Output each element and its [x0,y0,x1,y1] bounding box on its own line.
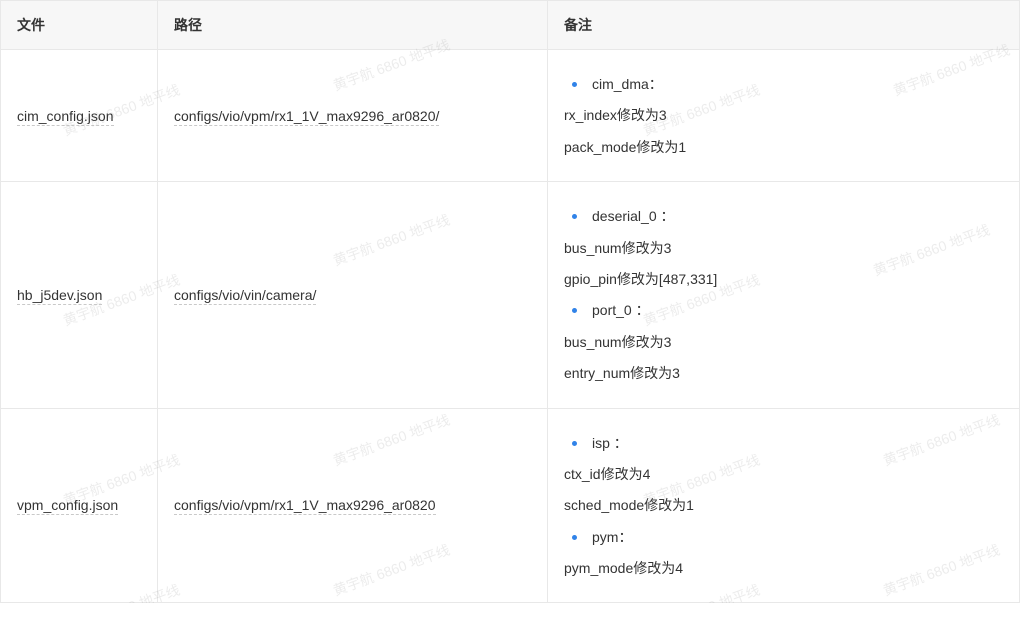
notes-list: cim_dma： rx_index修改为3 pack_mode修改为1 [564,73,1003,158]
cell-path: configs/vio/vpm/rx1_1V_max9296_ar0820/ [158,50,548,182]
note-line: sched_mode修改为1 [564,494,1003,516]
note-bullet: deserial_0 ： [564,205,1003,227]
path-text: configs/vio/vpm/rx1_1V_max9296_ar0820/ [174,108,439,126]
path-text: configs/vio/vin/camera/ [174,287,316,305]
cell-notes: deserial_0 ： bus_num修改为3 gpio_pin修改为[487,3… [548,182,1020,408]
table-header-row: 文件 路径 备注 [1,1,1020,50]
note-line: bus_num修改为3 [564,237,1003,259]
note-line: ctx_id修改为4 [564,463,1003,485]
cell-file: hb_j5dev.json [1,182,158,408]
config-table: 文件 路径 备注 cim_config.json configs/vio/vpm/… [0,0,1020,603]
note-line: pym_mode修改为4 [564,557,1003,579]
note-line: rx_index修改为3 [564,104,1003,126]
cell-notes: isp ： ctx_id修改为4 sched_mode修改为1 pym： pym_mod… [548,408,1020,603]
path-text: configs/vio/vpm/rx1_1V_max9296_ar0820 [174,497,436,515]
file-name: cim_config.json [17,108,114,126]
cell-file: cim_config.json [1,50,158,182]
header-note: 备注 [548,1,1020,50]
note-bullet: cim_dma： [564,73,1003,95]
note-bullet: isp ： [564,432,1003,454]
cell-path: configs/vio/vpm/rx1_1V_max9296_ar0820 [158,408,548,603]
cell-notes: cim_dma： rx_index修改为3 pack_mode修改为1 [548,50,1020,182]
table-row: cim_config.json configs/vio/vpm/rx1_1V_ma… [1,50,1020,182]
cell-file: vpm_config.json [1,408,158,603]
notes-list: deserial_0 ： bus_num修改为3 gpio_pin修改为[487,3… [564,205,1003,384]
header-file: 文件 [1,1,158,50]
note-bullet: port_0 ： [564,299,1003,321]
note-bullet: pym： [564,526,1003,548]
file-name: vpm_config.json [17,497,118,515]
table-row: vpm_config.json configs/vio/vpm/rx1_1V_ma… [1,408,1020,603]
note-line: bus_num修改为3 [564,331,1003,353]
table-row: hb_j5dev.json configs/vio/vin/camera/dese… [1,182,1020,408]
note-line: pack_mode修改为1 [564,136,1003,158]
notes-list: isp ： ctx_id修改为4 sched_mode修改为1 pym： pym_mod… [564,432,1003,580]
cell-path: configs/vio/vin/camera/ [158,182,548,408]
header-path: 路径 [158,1,548,50]
file-name: hb_j5dev.json [17,287,102,305]
note-line: entry_num修改为3 [564,362,1003,384]
note-line: gpio_pin修改为[487,331] [564,268,1003,290]
